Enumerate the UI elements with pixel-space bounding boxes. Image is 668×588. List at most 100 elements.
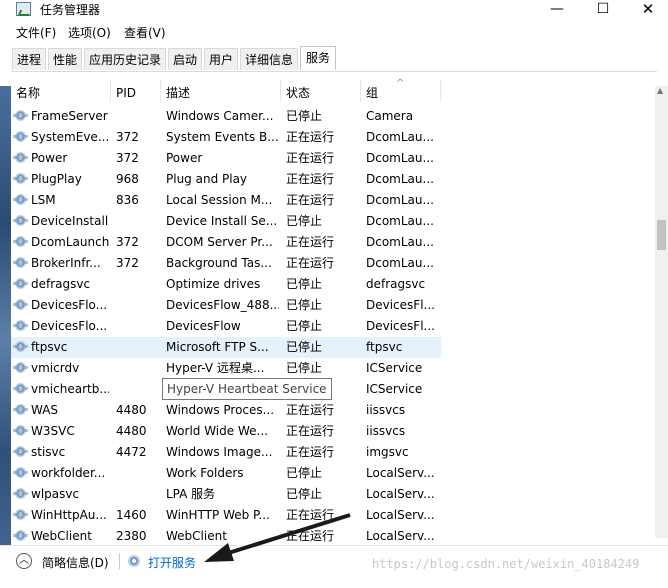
- table-row[interactable]: BrokerInfr... 372 Background Tas... 正在运行 Dco…: [11, 253, 441, 274]
- cell-pid: 372: [116, 130, 139, 144]
- cell-status: 正在运行: [286, 193, 335, 207]
- cell-group: LocalServ...: [366, 529, 435, 543]
- cell-status: 正在运行: [286, 529, 335, 543]
- table-row[interactable]: FrameServer Windows Camer... 已停止 Camera: [11, 106, 441, 127]
- window-title: 任务管理器: [40, 3, 101, 17]
- cell-description: Microsoft FTP S...: [166, 340, 269, 354]
- cell-pid: 836: [116, 193, 139, 207]
- cell-name: PlugPlay: [31, 172, 82, 186]
- fewer-details-link[interactable]: 简略信息(D): [42, 554, 109, 571]
- minimize-button[interactable]: —: [534, 0, 580, 20]
- column-status[interactable]: 状态: [281, 80, 361, 102]
- cell-description: LPA 服务: [166, 487, 216, 501]
- column-description[interactable]: 描述: [161, 80, 281, 102]
- cell-description: Power: [166, 151, 203, 165]
- tab-performance[interactable]: 性能: [48, 48, 82, 70]
- cell-pid: 4480: [116, 403, 147, 417]
- tab-app-history[interactable]: 应用历史记录: [84, 48, 166, 70]
- cell-pid: [111, 106, 159, 127]
- menu-options[interactable]: 选项(O): [68, 24, 111, 41]
- table-row[interactable]: W3SVC 4480 World Wide We... 正在运行 iissvcs: [11, 421, 441, 442]
- collapse-icon[interactable]: ︿: [16, 553, 32, 569]
- tab-details[interactable]: 详细信息: [240, 48, 298, 70]
- menu-file[interactable]: 文件(F): [16, 24, 56, 41]
- cell-status: 已停止: [286, 487, 323, 501]
- column-pid[interactable]: PID: [111, 80, 161, 102]
- cell-group: DcomLau...: [366, 193, 434, 207]
- footer-divider: [119, 553, 120, 569]
- column-name[interactable]: 名称: [11, 80, 111, 102]
- column-group[interactable]: 组: [361, 80, 441, 102]
- cell-pid: [111, 274, 159, 295]
- table-row[interactable]: PlugPlay 968 Plug and Play 正在运行 DcomLau...: [11, 169, 441, 190]
- close-button[interactable]: ✕: [625, 0, 668, 20]
- table-row[interactable]: wlpasvc LPA 服务 已停止 LocalServ...: [11, 484, 441, 505]
- open-services-link[interactable]: 打开服务: [148, 554, 196, 571]
- scrollbar-thumb[interactable]: [657, 220, 666, 250]
- cell-description: Hyper-V 远程桌...: [166, 361, 265, 375]
- table-row[interactable]: WebClient 2380 WebClient 正在运行 LocalServ...: [11, 526, 441, 544]
- table-row[interactable]: DevicesFlo... DevicesFlow_488... 已停止 Device…: [11, 295, 441, 316]
- cell-name: FrameServer: [31, 109, 108, 123]
- scroll-up-icon[interactable]: ▲: [657, 86, 663, 95]
- cell-name: Power: [31, 151, 68, 165]
- cell-description: DevicesFlow_488...: [166, 298, 279, 312]
- cell-description: Background Tas...: [166, 256, 272, 270]
- cell-group: ICService: [366, 382, 423, 396]
- table-row[interactable]: SystemEve... 372 System Events B... 正在运行 Dco…: [11, 127, 441, 148]
- cell-pid: 372: [116, 256, 139, 270]
- cell-group: LocalServ...: [366, 508, 435, 522]
- cell-description: WebClient: [166, 529, 227, 543]
- cell-group: DcomLau...: [366, 256, 434, 270]
- cell-group: DcomLau...: [366, 214, 434, 228]
- cell-group: DevicesFl...: [366, 319, 435, 333]
- cell-group: DcomLau...: [366, 130, 434, 144]
- column-header: ^ 名称 PID 描述 状态 组: [11, 78, 657, 102]
- table-row[interactable]: workfolder... Work Folders 已停止 LocalServ...: [11, 463, 441, 484]
- maximize-button[interactable]: ☐: [580, 0, 626, 20]
- table-row[interactable]: defragsvc Optimize drives 已停止 defragsvc: [11, 274, 441, 295]
- tab-startup[interactable]: 启动: [168, 48, 202, 70]
- cell-name: DevicesFlo...: [31, 298, 108, 312]
- cell-description: DevicesFlow: [166, 319, 241, 333]
- table-row[interactable]: WinHttpAu... 1460 WinHTTP Web P... 正在运行 Loca…: [11, 505, 441, 526]
- watermark: https://blog.csdn.net/weixin_40184249: [372, 557, 640, 571]
- table-row[interactable]: ftpsvc Microsoft FTP S... 已停止 ftpsvc: [11, 337, 441, 358]
- cell-status: 已停止: [286, 214, 323, 228]
- cell-pid: [111, 463, 159, 484]
- cell-name: WinHttpAu...: [31, 508, 107, 522]
- services-gear-icon: [128, 555, 140, 567]
- cell-name: DeviceInstall: [31, 214, 109, 228]
- cell-status: 正在运行: [286, 235, 335, 249]
- title-bar: 任务管理器 — ☐ ✕: [0, 0, 668, 20]
- cell-group: DevicesFl...: [366, 298, 435, 312]
- cell-pid: [111, 358, 159, 379]
- cell-description: WinHTTP Web P...: [166, 508, 270, 522]
- cell-status: 正在运行: [286, 130, 335, 144]
- table-row[interactable]: Power 372 Power 正在运行 DcomLau...: [11, 148, 441, 169]
- tab-services[interactable]: 服务: [300, 46, 336, 70]
- table-row[interactable]: LSM 836 Local Session M... 正在运行 DcomLau...: [11, 190, 441, 211]
- tab-users[interactable]: 用户: [204, 48, 238, 70]
- cell-status: 正在运行: [286, 403, 335, 417]
- table-row[interactable]: DeviceInstall Device Install Se... 已停止 Dcom…: [11, 211, 441, 232]
- tab-processes[interactable]: 进程: [12, 48, 46, 70]
- cell-pid: 372: [116, 235, 139, 249]
- cell-status: 正在运行: [286, 172, 335, 186]
- cell-pid: 372: [116, 151, 139, 165]
- table-row[interactable]: DevicesFlo... DevicesFlow 已停止 DevicesFl...: [11, 316, 441, 337]
- menu-view[interactable]: 查看(V): [124, 24, 166, 41]
- vertical-scrollbar[interactable]: ▲: [655, 86, 668, 538]
- cell-name: W3SVC: [31, 424, 75, 438]
- cell-description: Optimize drives: [166, 277, 261, 291]
- table-row[interactable]: vmicrdv Hyper-V 远程桌... 已停止 ICService: [11, 358, 441, 379]
- cell-group: iissvcs: [366, 424, 406, 438]
- table-row[interactable]: DcomLaunch 372 DCOM Server Pr... 正在运行 DcomLa…: [11, 232, 441, 253]
- cell-name: defragsvc: [31, 277, 91, 291]
- table-row[interactable]: stisvc 4472 Windows Image... 正在运行 imgsvc: [11, 442, 441, 463]
- cell-group: LocalServ...: [366, 466, 435, 480]
- cell-status: 已停止: [286, 298, 323, 312]
- cell-status: 正在运行: [286, 424, 335, 438]
- cell-description: DCOM Server Pr...: [166, 235, 273, 249]
- table-row[interactable]: WAS 4480 Windows Proces... 正在运行 iissvcs: [11, 400, 441, 421]
